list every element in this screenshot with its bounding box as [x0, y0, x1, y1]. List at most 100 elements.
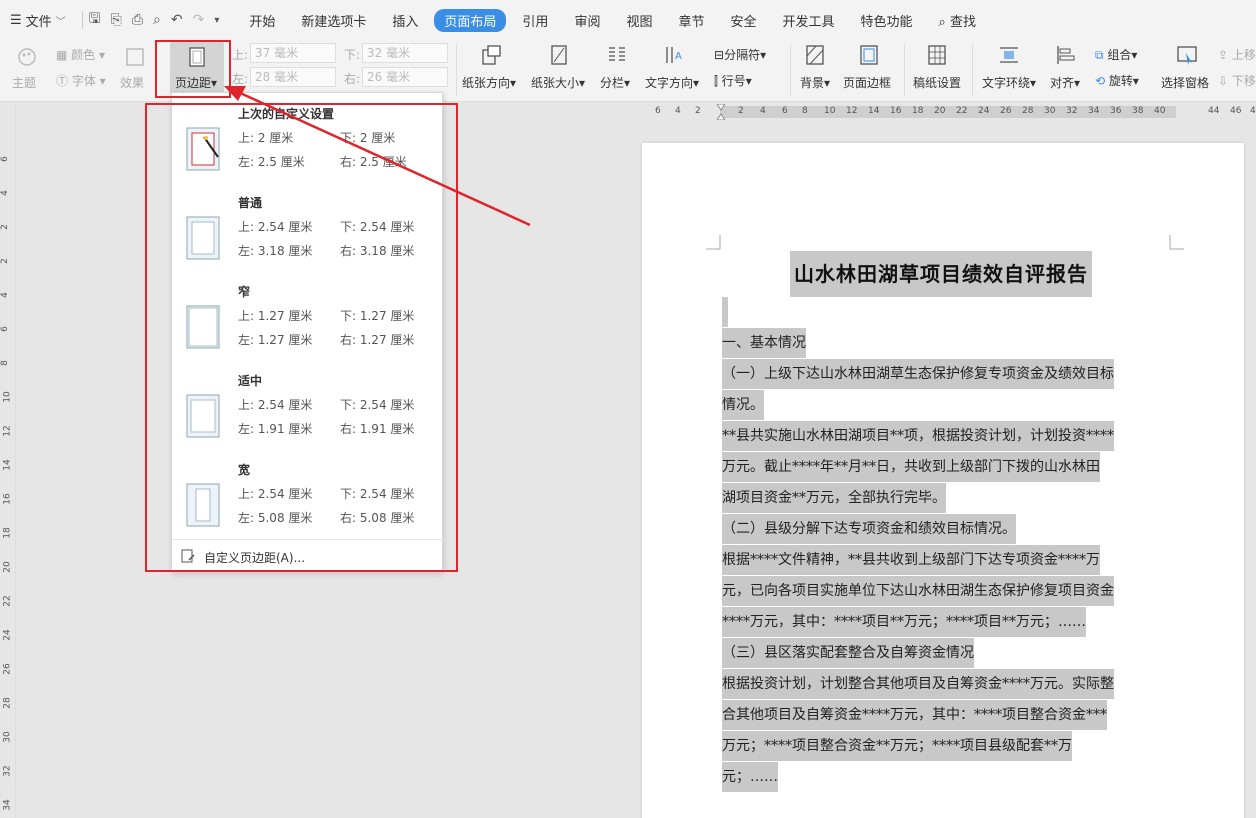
- ruler-tick-label: 12: [846, 106, 858, 116]
- ruler-tick-label: 24: [2, 629, 13, 641]
- search-icon: ⌕: [938, 14, 946, 30]
- tab-page-layout[interactable]: 页面布局: [434, 8, 507, 32]
- tab-insert[interactable]: 插入: [382, 9, 428, 32]
- document-paragraph-line[interactable]: ****万元，其中：****项目**万元；****项目**万元；……: [722, 607, 1086, 637]
- undo-icon[interactable]: ↶: [171, 12, 183, 28]
- document-paragraph-line[interactable]: 根据投资计划，计划整合其他项目及自筹资金****万元。实际整: [722, 669, 1114, 699]
- ruler-tick-label: 26: [2, 663, 13, 675]
- grid-paper-button[interactable]: 稿纸设置: [913, 74, 961, 91]
- page-border-button[interactable]: 页面边框: [843, 74, 891, 91]
- tab-review[interactable]: 审阅: [564, 9, 610, 32]
- align-icon[interactable]: [1054, 44, 1076, 66]
- ribbon-separator: [972, 44, 973, 96]
- ruler-tick-label: 20: [934, 106, 946, 116]
- line-numbers-icon: ⫿: [714, 74, 718, 88]
- grid-paper-icon[interactable]: [926, 44, 948, 66]
- breaks-button[interactable]: ⊟分隔符▾: [714, 46, 766, 63]
- fonts-button[interactable]: Ⓣ 字体 ▾: [56, 72, 106, 89]
- tab-developer[interactable]: 开发工具: [773, 9, 845, 32]
- document-paragraph-line[interactable]: （一）上级下达山水林田湖草生态保护修复专项资金及绩效目标: [722, 359, 1114, 389]
- fonts-label: 字体: [71, 74, 96, 88]
- bring-forward-button[interactable]: ⇪ 上移: [1218, 46, 1256, 63]
- line-numbers-button[interactable]: ⫿ 行号▾: [714, 72, 752, 89]
- tab-sections[interactable]: 章节: [668, 9, 714, 32]
- bottom-margin-label: 下:: [344, 48, 361, 62]
- theme-icon[interactable]: [16, 46, 38, 68]
- document-paragraph-line[interactable]: 合其他项目及自筹资金****万元，其中：****项目整合资金***: [722, 700, 1107, 730]
- document-paragraph-line[interactable]: 根据****文件精神，**县共收到上级部门下达专项资金****万: [722, 545, 1100, 575]
- document-paragraph-line[interactable]: （三）县区落实配套整合及自筹资金情况: [722, 638, 974, 668]
- document-paragraph-line[interactable]: [722, 297, 728, 327]
- left-margin-label: 左:: [232, 72, 249, 86]
- indent-marker[interactable]: [716, 103, 726, 121]
- document-page[interactable]: 山水林田湖草项目绩效自评报告 一、基本情况 （一）上级下达山水林田湖草生态保护修复…: [642, 143, 1244, 818]
- orientation-button[interactable]: 纸张方向▾: [462, 74, 516, 91]
- document-paragraph-line[interactable]: 情况。: [722, 390, 764, 420]
- text-wrap-icon[interactable]: [998, 44, 1020, 66]
- tab-view[interactable]: 视图: [616, 9, 662, 32]
- ruler-tick-label: 6: [0, 326, 10, 332]
- tab-features[interactable]: 特色功能: [851, 9, 923, 32]
- ruler-tick-label: 6: [782, 106, 788, 116]
- background-button[interactable]: 背景▾: [800, 74, 830, 91]
- align-button[interactable]: 对齐▾: [1050, 74, 1080, 91]
- print-icon[interactable]: ⎙: [132, 12, 143, 28]
- effects-icon[interactable]: [124, 46, 146, 68]
- document-title[interactable]: 山水林田湖草项目绩效自评报告: [790, 251, 1092, 297]
- text-direction-button[interactable]: 文字方向▾: [645, 74, 699, 91]
- search-button[interactable]: ⌕ 查找: [929, 9, 986, 32]
- columns-icon[interactable]: [606, 44, 628, 66]
- tab-new[interactable]: 新建选项卡: [291, 9, 376, 32]
- rotate-icon: ⟲: [1095, 74, 1106, 88]
- ruler-tick-label: 34: [1088, 106, 1100, 116]
- columns-button[interactable]: 分栏▾: [600, 74, 630, 91]
- export-icon[interactable]: ⎘: [111, 12, 122, 28]
- selection-pane-icon[interactable]: [1176, 44, 1198, 66]
- text-direction-icon[interactable]: A: [662, 44, 684, 66]
- customize-toolbar-icon[interactable]: ▾: [214, 15, 219, 26]
- document-paragraph-line[interactable]: 万元。截止****年**月**日，共收到上级部门下拨的山水林田: [722, 452, 1100, 482]
- ruler-tick-label: 18: [2, 527, 13, 539]
- document-paragraph-line[interactable]: 元；……: [722, 762, 778, 792]
- background-icon[interactable]: [804, 44, 826, 66]
- document-paragraph-line[interactable]: （二）县级分解下达专项资金和绩效目标情况。: [722, 514, 1016, 544]
- bottom-margin-input[interactable]: 32 毫米: [362, 43, 448, 63]
- top-margin-input[interactable]: 37 毫米: [250, 43, 336, 63]
- group-button[interactable]: ⧉ 组合▾: [1095, 46, 1137, 63]
- ribbon-separator: [456, 44, 457, 96]
- ribbon-separator: [790, 44, 791, 96]
- effects-button[interactable]: 效果: [120, 74, 144, 91]
- send-backward-button[interactable]: ⇩ 下移: [1218, 72, 1256, 89]
- print-preview-icon[interactable]: ⌕: [153, 12, 161, 28]
- paper-size-button[interactable]: 纸张大小▾: [531, 74, 585, 91]
- menu-bar: ☰ 文件 ﹀ 🖫 ⎘ ⎙ ⌕ ↶ ↷ ▾ 开始 新建选项卡 插入 页面布局 引用…: [0, 0, 1256, 40]
- file-menu[interactable]: ☰ 文件 ﹀: [10, 11, 66, 30]
- orientation-icon[interactable]: [480, 44, 502, 66]
- rotate-button[interactable]: ⟲ 旋转▾: [1095, 72, 1139, 89]
- tab-home[interactable]: 开始: [239, 9, 285, 32]
- theme-button[interactable]: 主题: [12, 74, 36, 91]
- document-paragraph-line[interactable]: 一、基本情况: [722, 328, 806, 358]
- ruler-tick-label: 30: [2, 731, 13, 743]
- document-paragraph-line[interactable]: 万元；****项目整合资金**万元；****项目县级配套**万: [722, 731, 1072, 761]
- document-paragraph-line[interactable]: 元，已向各项目实施单位下达山水林田湖生态保护修复项目资金: [722, 576, 1114, 606]
- ruler-tick-label: 12: [2, 425, 13, 437]
- left-margin-input[interactable]: 28 毫米: [250, 67, 336, 87]
- selection-pane-button[interactable]: 选择窗格: [1161, 74, 1209, 91]
- page-border-icon[interactable]: [858, 44, 880, 66]
- vertical-ruler[interactable]: 6 4 2 2 4 6 8 10 12 14 16 18 20 22 24 26 28 30 32 34: [0, 104, 16, 818]
- text-wrap-button[interactable]: 文字环绕▾: [982, 74, 1036, 91]
- paper-size-icon[interactable]: [548, 44, 570, 66]
- ruler-tick-label: 28: [2, 697, 13, 709]
- redo-icon[interactable]: ↷: [193, 12, 205, 28]
- tab-security[interactable]: 安全: [720, 9, 766, 32]
- save-icon[interactable]: 🖫: [89, 8, 101, 32]
- tab-references[interactable]: 引用: [512, 9, 558, 32]
- document-paragraph-line[interactable]: 湖项目资金**万元，全部执行完毕。: [722, 483, 946, 513]
- right-margin-input[interactable]: 26 毫米: [362, 67, 448, 87]
- colors-button[interactable]: ▦ 颜色 ▾: [56, 46, 105, 63]
- ruler-tick-label: 36: [1110, 106, 1122, 116]
- horizontal-ruler[interactable]: 6 4 2 2 4 6 8 10 12 14 16 18 20 22 24 26 28 30 32 34 36 38 40 4…: [640, 103, 1256, 121]
- document-paragraph-line[interactable]: **县共实施山水林田湖项目**项，根据投资计划，计划投资****: [722, 421, 1114, 451]
- ruler-tick-label: 8: [0, 360, 10, 366]
